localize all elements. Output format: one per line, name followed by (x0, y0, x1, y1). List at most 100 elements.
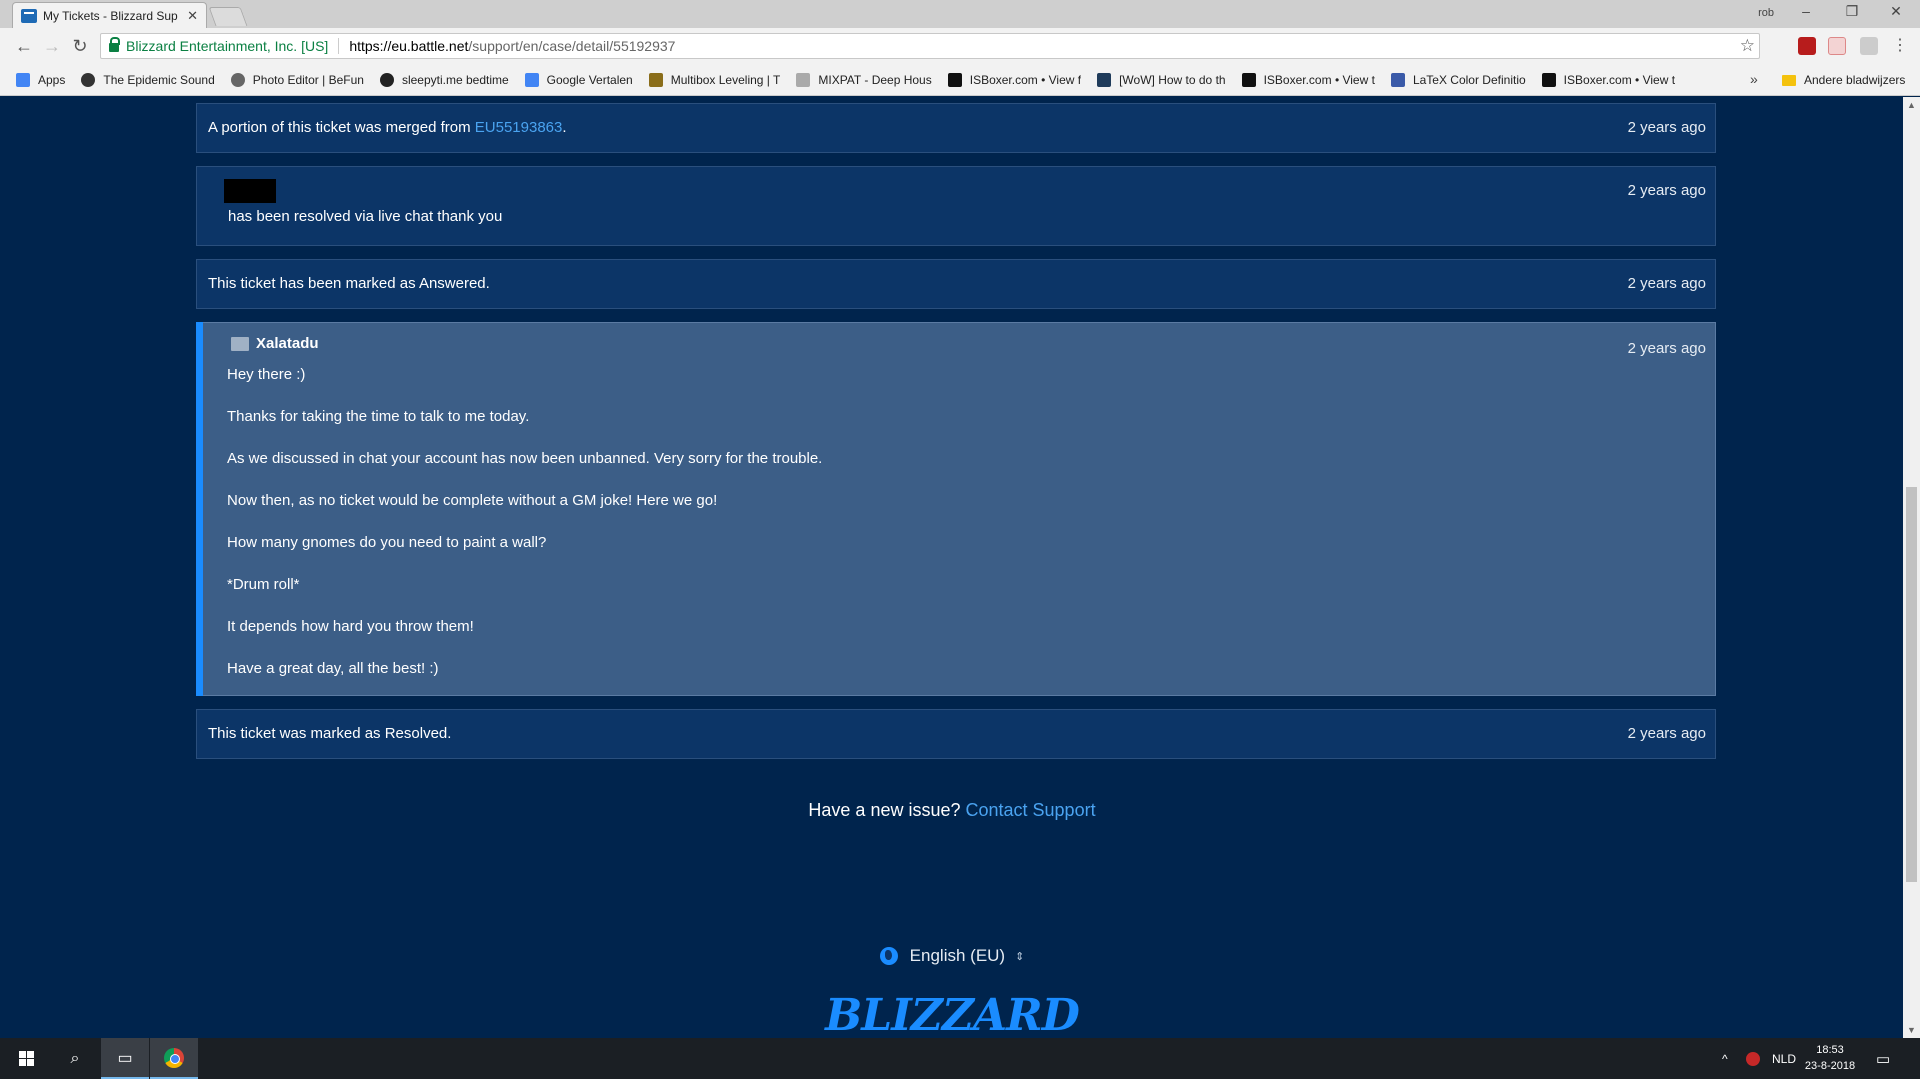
tab-close-icon[interactable]: ✕ (187, 8, 198, 24)
entry-timestamp: 2 years ago (1627, 119, 1706, 136)
message-line: Hey there :) (227, 366, 306, 383)
bookmark-item[interactable]: Apps (16, 72, 66, 87)
merged-text: A portion of this ticket was merged from… (208, 119, 567, 136)
close-window-icon[interactable]: ✕ (1876, 3, 1916, 20)
bookmark-label: [WoW] How to do th (1119, 72, 1226, 87)
scroll-down-icon[interactable]: ▼ (1903, 1022, 1920, 1038)
input-language[interactable]: NLD (1772, 1038, 1796, 1079)
updown-chevron-icon: ⇕ (1015, 950, 1025, 963)
message-line: Thanks for taking the time to talk to me… (227, 408, 530, 425)
profile-name[interactable]: rob (1758, 7, 1774, 19)
address-bar[interactable]: Blizzard Entertainment, Inc. [US] https:… (100, 33, 1760, 59)
chrome-app-button[interactable] (150, 1038, 198, 1079)
menu-dots-icon[interactable]: ⋮ (1888, 36, 1912, 56)
blizzard-logo[interactable]: BLIZZARD (3, 990, 1901, 1038)
bookmark-label: Photo Editor | BeFun (252, 72, 364, 87)
bookmark-icon (524, 72, 539, 87)
lock-icon (109, 37, 120, 52)
bookmark-item[interactable]: Multibox Leveling | T (648, 72, 781, 87)
contact-support-link[interactable]: Contact Support (966, 800, 1096, 820)
bookmark-item[interactable]: ISBoxer.com • View t (1241, 72, 1375, 87)
highlight-bar (196, 322, 203, 696)
battlenet-app-icon[interactable]: ▭ (101, 1038, 149, 1079)
bookmark-item[interactable]: LaTeX Color Definitio (1390, 72, 1526, 87)
extension-red-icon[interactable] (1828, 37, 1846, 55)
folder-icon (1782, 74, 1796, 86)
status-resolved-entry: This ticket was marked as Resolved. 2 ye… (196, 709, 1716, 759)
gm-response-entry: Xalatadu 2 years ago Hey there :) Thanks… (196, 322, 1716, 696)
forward-arrow-icon[interactable]: → (40, 36, 64, 56)
page-scrollbar[interactable]: ▲ ▼ (1903, 97, 1920, 1038)
bookmark-item[interactable]: Google Vertalen (524, 72, 633, 87)
windows-logo-icon (18, 1051, 34, 1066)
new-tab-button[interactable] (208, 7, 248, 26)
address-separator (338, 38, 340, 54)
bookmark-star-icon[interactable]: ☆ (1740, 36, 1755, 56)
gm-author: Xalatadu (231, 335, 319, 352)
bookmark-icon (81, 72, 96, 87)
tray-expand-icon[interactable]: ^ (1722, 1038, 1728, 1079)
tray-app-icon[interactable] (1746, 1038, 1760, 1079)
scrollbar-thumb[interactable] (1906, 487, 1917, 882)
merged-prefix: A portion of this ticket was merged from (208, 119, 475, 136)
bookmark-item[interactable]: [WoW] How to do th (1097, 72, 1226, 87)
message-line: It depends how hard you throw them! (227, 618, 474, 635)
battlenet-favicon-icon (21, 8, 37, 23)
bookmark-label: LaTeX Color Definitio (1412, 72, 1526, 87)
bookmark-label: ISBoxer.com • View t (1263, 72, 1375, 87)
bookmarks-bar: Apps The Epidemic Sound Photo Editor | B… (0, 64, 1920, 96)
bookmark-item[interactable]: MIXPAT - Deep Hous (796, 72, 932, 87)
bookmark-item[interactable]: Photo Editor | BeFun (230, 72, 364, 87)
gm-author-name: Xalatadu (256, 335, 319, 352)
browser-toolbar: ← → ↻ Blizzard Entertainment, Inc. [US] … (0, 28, 1920, 64)
entry-timestamp: 2 years ago (1627, 275, 1706, 292)
bookmark-icon (1097, 72, 1112, 87)
bookmark-label: ISBoxer.com • View f (969, 72, 1082, 87)
globe-icon (879, 947, 898, 965)
bookmark-label: Multibox Leveling | T (670, 72, 781, 87)
extension-gray-icon[interactable] (1860, 37, 1878, 55)
bookmark-item[interactable]: ISBoxer.com • View f (947, 72, 1082, 87)
back-arrow-icon[interactable]: ← (12, 36, 36, 56)
merged-ticket-link[interactable]: EU55193863 (475, 119, 563, 136)
reload-icon[interactable]: ↻ (68, 36, 92, 56)
new-issue-text: Have a new issue? (808, 800, 966, 820)
minimize-icon[interactable]: – (1786, 3, 1826, 19)
language-selector[interactable]: English (EU) ⇕ (3, 946, 1901, 966)
tab-my-tickets[interactable]: My Tickets - Blizzard Sup ✕ (12, 2, 207, 28)
bookmark-item[interactable]: The Epidemic Sound (81, 72, 215, 87)
notifications-icon[interactable]: ▭ (1876, 1038, 1890, 1079)
clock-date: 23-8-2018 (1804, 1060, 1856, 1072)
restore-icon[interactable]: ❐ (1832, 3, 1872, 20)
bookmark-item[interactable]: sleepyti.me bedtime (379, 72, 509, 87)
search-icon[interactable]: ⌕ (51, 1038, 99, 1079)
bookmark-icon (230, 72, 245, 87)
status-text: This ticket was marked as Resolved. (208, 725, 452, 742)
status-text: This ticket has been marked as Answered. (208, 275, 490, 292)
entry-timestamp: 2 years ago (1627, 725, 1706, 742)
gm-message: Hey there :) Thanks for taking the time … (227, 365, 822, 701)
bookmark-label: sleepyti.me bedtime (401, 72, 509, 87)
bookmark-label: MIXPAT - Deep Hous (818, 72, 932, 87)
bookmark-item[interactable]: ISBoxer.com • View t (1541, 72, 1675, 87)
bookmarks-overflow-icon[interactable]: » (1750, 71, 1758, 87)
message-line: Now then, as no ticket would be complete… (227, 492, 718, 509)
merged-suffix: . (562, 119, 567, 136)
comment-entry: has been resolved via live chat thank yo… (196, 166, 1716, 246)
site-identity[interactable]: Blizzard Entertainment, Inc. [US] (126, 38, 328, 54)
moon-icon (379, 72, 394, 87)
bookmark-label: Google Vertalen (546, 72, 633, 87)
scroll-up-icon[interactable]: ▲ (1903, 97, 1920, 113)
browser-tab-strip: My Tickets - Blizzard Sup ✕ rob – ❐ ✕ (0, 0, 1920, 28)
extension-shield-icon[interactable] (1798, 37, 1816, 55)
gm-badge-icon (231, 336, 249, 351)
chrome-icon (164, 1047, 184, 1068)
bookmark-label: The Epidemic Sound (103, 72, 215, 87)
other-bookmarks[interactable]: Andere bladwijzers (1782, 64, 1905, 96)
redacted-author (224, 179, 276, 203)
system-clock[interactable]: 18:53 23-8-2018 (1800, 1042, 1860, 1074)
start-button[interactable] (2, 1038, 50, 1079)
comment-text: has been resolved via live chat thank yo… (228, 208, 503, 225)
bookmark-icon (648, 72, 663, 87)
bookmark-label: Apps (38, 72, 66, 87)
